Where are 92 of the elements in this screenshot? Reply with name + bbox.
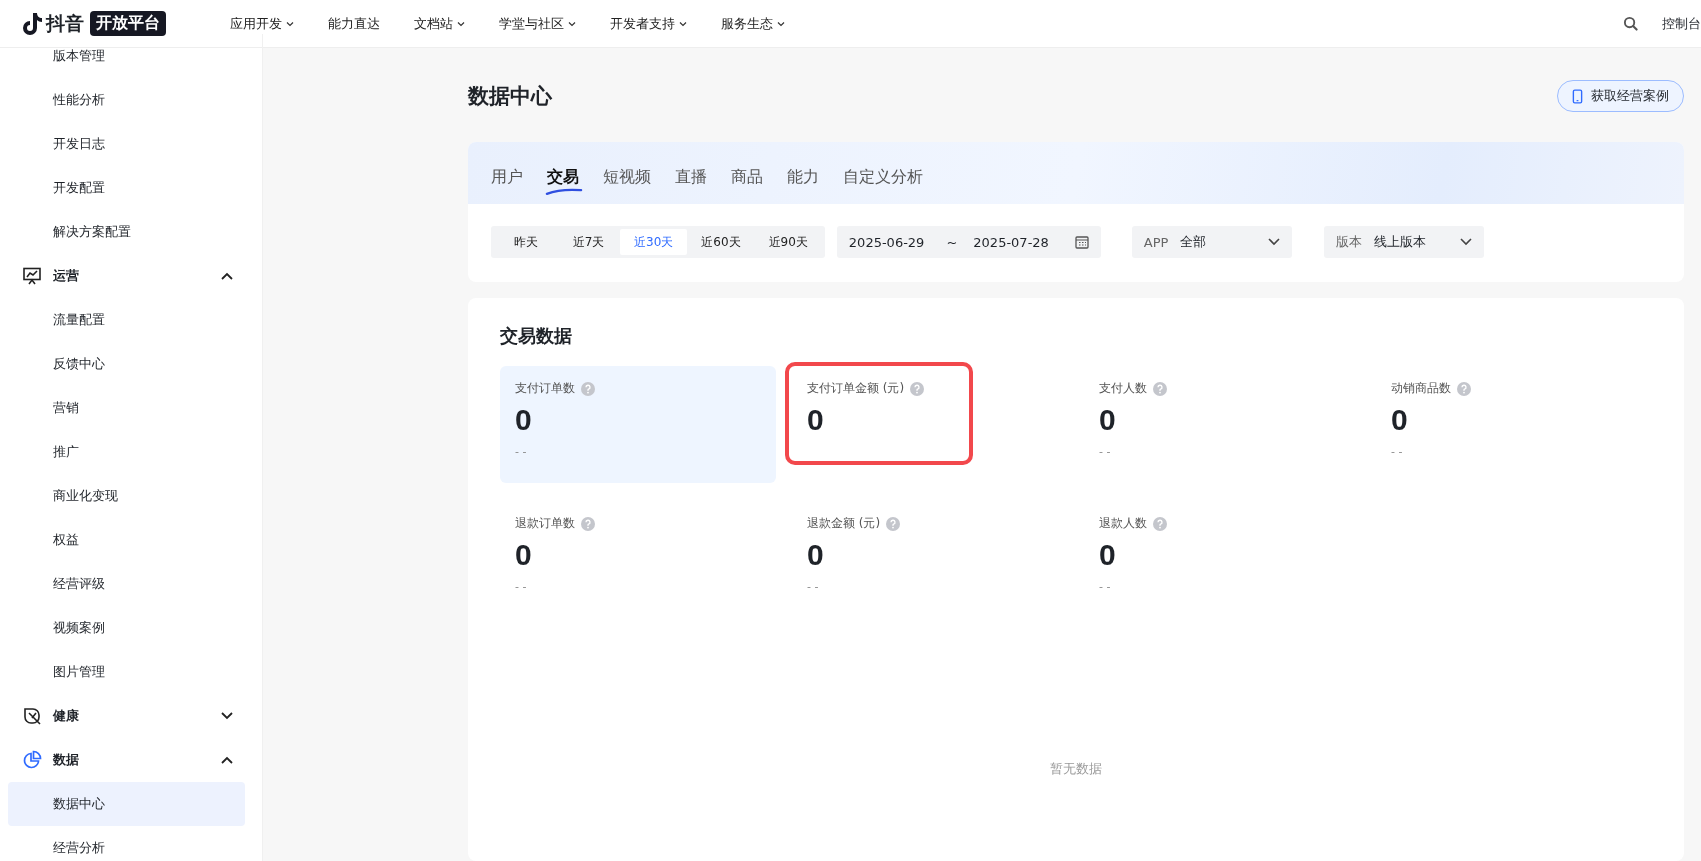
metric-label: 退款人数	[1099, 515, 1147, 532]
metric-value: 0	[1099, 402, 1117, 438]
metric-compare: - -	[515, 580, 528, 593]
caret-icon[interactable]	[286, 20, 294, 27]
sidebar-item[interactable]: 开发日志	[8, 122, 245, 166]
metric-card[interactable]: 退款人数 0 - -	[1084, 501, 1360, 618]
metric-value: 0	[1099, 537, 1117, 573]
chevron-down-icon[interactable]	[1267, 238, 1280, 246]
range-option[interactable]: 昨天	[494, 229, 557, 255]
tab[interactable]: 能力	[787, 156, 819, 198]
logo-text: 抖音	[46, 10, 84, 36]
nav-link[interactable]: 文档站	[414, 14, 465, 33]
sidebar-item[interactable]: 开发配置	[8, 166, 245, 210]
chart-board-icon	[22, 266, 42, 286]
search-icon[interactable]	[1623, 16, 1638, 31]
tab[interactable]: 商品	[731, 156, 763, 198]
sidebar-item[interactable]: 经营分析	[8, 826, 245, 861]
caret-icon[interactable]	[679, 20, 687, 27]
leaf-icon	[22, 706, 42, 726]
sidebar-item[interactable]: 流量配置	[8, 298, 245, 342]
caret-icon[interactable]	[777, 20, 785, 27]
tab[interactable]: 直播	[675, 156, 707, 198]
tab[interactable]: 用户	[491, 156, 523, 198]
metric-value: 0	[807, 402, 825, 438]
sidebar-item[interactable]: 视频案例	[8, 606, 245, 650]
logo-badge: 开放平台	[90, 11, 166, 36]
metric-card[interactable]: 支付订单数 0 - -	[500, 366, 776, 483]
sidebar-item[interactable]: 营销	[8, 386, 245, 430]
metric-label: 支付订单金额 (元)	[807, 380, 905, 397]
chevron-icon[interactable]	[221, 712, 233, 720]
nav-link[interactable]: 应用开发	[230, 14, 294, 33]
metric-card[interactable]: 动销商品数 0 - -	[1376, 366, 1652, 483]
nav-link[interactable]: 服务生态	[721, 14, 785, 33]
sidebar-item[interactable]: 图片管理	[8, 650, 245, 694]
sidebar-item[interactable]: 商业化变现	[8, 474, 245, 518]
metric-value: 0	[1391, 402, 1409, 438]
nav-link[interactable]: 能力直达	[328, 14, 380, 33]
pie-chart-icon	[22, 750, 42, 770]
app-select[interactable]: APP 全部	[1131, 226, 1292, 258]
sidebar-group[interactable]: 数据	[53, 751, 79, 769]
chevron-down-icon[interactable]	[1459, 238, 1472, 246]
range-option[interactable]: 近90天	[754, 229, 822, 255]
metric-label: 退款订单数	[515, 515, 575, 532]
nav-link[interactable]: 学堂与社区	[499, 14, 576, 33]
sidebar-item[interactable]: 推广	[8, 430, 245, 474]
console-link[interactable]: 控制台	[1662, 14, 1701, 33]
logo-icon	[22, 11, 42, 36]
metric-card[interactable]: 支付订单金额 (元) 0	[789, 366, 969, 461]
sidebar-item[interactable]: 数据中心	[8, 782, 245, 826]
tab[interactable]: 短视频	[603, 156, 651, 198]
tab[interactable]: 自定义分析	[843, 156, 923, 198]
sidebar-item[interactable]: 经营评级	[8, 562, 245, 606]
range-option[interactable]: 近7天	[557, 229, 620, 255]
chevron-icon[interactable]	[221, 272, 233, 280]
metric-value: 0	[515, 402, 533, 438]
metric-card[interactable]: 退款金额 (元) 0 - -	[792, 501, 1068, 618]
metric-compare: - -	[1391, 445, 1404, 458]
metric-compare: - -	[1099, 580, 1112, 593]
version-select[interactable]: 版本 线上版本	[1323, 226, 1484, 258]
metric-card[interactable]: 退款订单数 0 - -	[500, 501, 776, 618]
caret-icon[interactable]	[568, 20, 576, 27]
sidebar-item[interactable]: 性能分析	[8, 78, 245, 122]
metric-label: 动销商品数	[1391, 380, 1451, 397]
sidebar-group[interactable]: 健康	[53, 707, 79, 725]
metric-value: 0	[807, 537, 825, 573]
sidebar-item[interactable]: 版本管理	[8, 34, 245, 78]
metric-label: 支付订单数	[515, 380, 575, 397]
sidebar-item[interactable]: 解决方案配置	[8, 210, 245, 254]
sidebar-group[interactable]: 运营	[53, 267, 79, 285]
calendar-icon[interactable]	[1074, 235, 1089, 249]
nav-link[interactable]: 开发者支持	[610, 14, 687, 33]
metric-label: 支付人数	[1099, 380, 1147, 397]
metric-card[interactable]: 支付人数 0 - -	[1084, 366, 1360, 483]
case-button[interactable]: 获取经营案例	[1557, 80, 1684, 112]
page-title: 数据中心	[468, 83, 552, 110]
sidebar-item[interactable]: 权益	[8, 518, 245, 562]
metric-value: 0	[515, 537, 533, 573]
section-title: 交易数据	[500, 324, 573, 348]
metric-compare: - -	[515, 445, 528, 458]
range-option[interactable]: 近30天	[620, 229, 688, 255]
metric-compare: - -	[1099, 445, 1112, 458]
metric-compare: - -	[807, 580, 820, 593]
date-range-field[interactable]: 2025-06-29 ~ 2025-07-28	[836, 226, 1101, 258]
tab[interactable]: 交易	[547, 156, 579, 198]
swoosh-underline	[545, 187, 583, 196]
range-option[interactable]: 近60天	[687, 229, 755, 255]
sidebar-item[interactable]: 反馈中心	[8, 342, 245, 386]
phone-icon	[1572, 88, 1583, 104]
metric-label: 退款金额 (元)	[807, 515, 881, 532]
empty-state-text: 暂无数据	[1049, 760, 1103, 778]
caret-icon[interactable]	[457, 20, 465, 27]
chevron-icon[interactable]	[221, 756, 233, 764]
